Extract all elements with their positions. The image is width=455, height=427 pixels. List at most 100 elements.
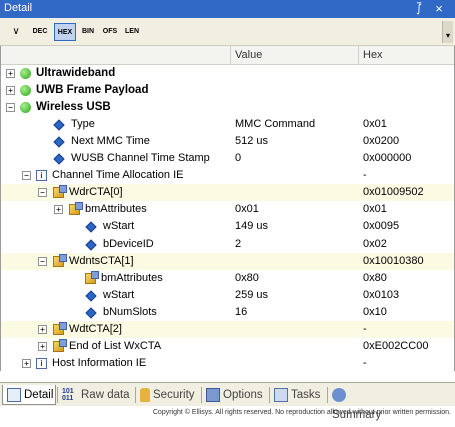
format-bin-button[interactable]: BIN — [78, 23, 98, 41]
tree-row[interactable]: Next MMC Time 512 us 0x0200 — [1, 133, 454, 150]
close-icon[interactable]: × — [432, 2, 446, 16]
dot-icon — [20, 102, 31, 114]
expand-icon[interactable]: + — [38, 324, 47, 334]
tab-label: Detail — [24, 389, 54, 401]
diamond-icon — [85, 289, 97, 302]
expand-icon[interactable]: + — [54, 205, 63, 215]
field-name: Type — [71, 118, 95, 131]
collapse-icon[interactable]: − — [38, 256, 47, 266]
diamond-icon — [85, 221, 97, 234]
tab-options[interactable]: Options — [202, 385, 268, 405]
field-hex: - — [363, 169, 367, 182]
tree-row[interactable]: + WdtCTA[2] - — [1, 320, 454, 338]
field-hex: 0x000000 — [363, 152, 412, 165]
tab-separator — [57, 387, 58, 403]
window-title: Detail — [4, 2, 33, 14]
grid-header: Value Hex — [1, 46, 454, 65]
format-len-button[interactable]: LEN — [122, 23, 142, 41]
field-hex: - — [363, 356, 367, 369]
field-hex: 0x0103 — [363, 288, 400, 301]
info-icon: i — [36, 357, 47, 369]
expand-icon[interactable]: + — [6, 69, 15, 78]
field-name: WdtCTA[2] — [69, 322, 122, 335]
tab-raw-data[interactable]: 101 011 Raw data — [58, 385, 134, 405]
expand-icon[interactable]: + — [6, 86, 15, 96]
field-value: MMC Command — [235, 118, 316, 131]
options-icon — [206, 387, 220, 402]
tree-row[interactable]: bmAttributes 0x80 0x80 — [1, 270, 454, 287]
collapse-icon[interactable]: − — [22, 171, 31, 181]
tree-row[interactable]: − Wireless USB — [1, 99, 454, 116]
field-value: 2 — [235, 237, 242, 250]
collapse-icon[interactable]: − — [6, 103, 15, 113]
title-bar: Detail ⨛ × — [0, 0, 455, 18]
field-name: WdrCTA[0] — [69, 186, 123, 199]
diamond-icon — [85, 238, 97, 251]
pin-icon[interactable]: ⨛ — [412, 2, 426, 16]
toolbar: ∨ DEC HEX BIN OFS LEN ▾ — [0, 18, 455, 46]
dot-icon — [20, 68, 31, 79]
tab-label: Raw data — [81, 389, 130, 401]
tree-row[interactable]: − WdrCTA[0] 0x01009502 — [1, 184, 454, 202]
field-name: End of List WxCTA — [69, 339, 162, 352]
tab-tasks[interactable]: Tasks — [270, 385, 326, 405]
field-value: 0 — [235, 152, 242, 165]
tasks-icon — [274, 387, 288, 402]
field-name: Channel Time Allocation IE — [52, 169, 184, 182]
tree-row[interactable]: Type MMC Command 0x01 — [1, 116, 454, 133]
field-name: Next MMC Time — [71, 135, 150, 148]
summary-icon — [332, 387, 346, 402]
field-name: bDeviceID — [103, 237, 154, 250]
collapse-icon[interactable]: − — [38, 188, 47, 198]
expand-icon[interactable]: + — [22, 358, 31, 368]
info-icon: i — [36, 170, 47, 182]
tree-row[interactable]: − WdntsCTA[1] 0x10010380 — [1, 252, 454, 270]
format-dec-button[interactable]: DEC — [30, 23, 50, 41]
tab-separator — [269, 387, 270, 403]
field-name: Host Information IE — [52, 356, 147, 369]
toolbar-overflow-icon[interactable]: ▾ — [442, 21, 453, 43]
format-hex-button[interactable]: HEX — [54, 23, 76, 41]
field-hex: 0x80 — [363, 271, 387, 284]
diamond-icon — [53, 136, 65, 148]
tab-summary[interactable]: Summary — [328, 385, 398, 421]
tab-detail[interactable]: Detail — [2, 385, 56, 405]
format-ofs-button[interactable]: OFS — [100, 23, 120, 41]
tree-row[interactable]: + i Host Information IE - — [1, 355, 454, 371]
column-header-name[interactable] — [1, 46, 231, 65]
tree-row[interactable]: wStart 259 us 0x0103 — [1, 287, 454, 304]
field-hex: 0x0200 — [363, 135, 400, 148]
tab-label: Options — [223, 389, 263, 401]
tree-row[interactable]: + bmAttributes 0x01 0x01 — [1, 201, 454, 218]
tree-row[interactable]: bDeviceID 2 0x02 — [1, 236, 454, 253]
tree-row[interactable]: + End of List WxCTA 0xE002CC00 — [1, 338, 454, 355]
field-hex: - — [363, 322, 367, 335]
field-value: 0x01 — [235, 203, 259, 216]
field-hex: 0x02 — [363, 237, 387, 250]
column-header-value[interactable]: Value — [231, 46, 359, 65]
tab-bar: Detail 101 011 Raw data Security Options Task… — [0, 382, 455, 421]
tab-separator — [201, 387, 202, 403]
tree-row[interactable]: WUSB Channel Time Stamp 0 0x000000 — [1, 150, 454, 167]
tree-row[interactable]: + Ultrawideband — [1, 65, 454, 82]
field-name: Ultrawideband — [36, 67, 116, 79]
detail-icon — [7, 387, 21, 402]
field-name: Wireless USB — [36, 101, 111, 114]
expand-icon[interactable]: + — [38, 341, 47, 351]
tree-row[interactable]: bNumSlots 16 0x10 — [1, 304, 454, 321]
chevron-down-icon[interactable]: ∨ — [8, 23, 24, 41]
field-value: 259 us — [235, 288, 269, 301]
field-value: 512 us — [235, 135, 269, 148]
field-hex: 0x10010380 — [363, 254, 424, 267]
tree-row[interactable]: − i Channel Time Allocation IE - — [1, 167, 454, 184]
field-name: WUSB Channel Time Stamp — [71, 152, 210, 165]
tab-security[interactable]: Security — [136, 385, 200, 405]
raw-data-icon: 101 011 — [62, 387, 74, 402]
tree-row[interactable]: + UWB Frame Payload — [1, 82, 454, 99]
field-name: wStart — [103, 220, 135, 233]
dot-icon — [20, 85, 31, 97]
column-header-hex[interactable]: Hex — [359, 46, 454, 65]
tree-row[interactable]: wStart 149 us 0x0095 — [1, 218, 454, 235]
cube-icon — [53, 185, 67, 199]
field-value: 0x80 — [235, 271, 259, 284]
